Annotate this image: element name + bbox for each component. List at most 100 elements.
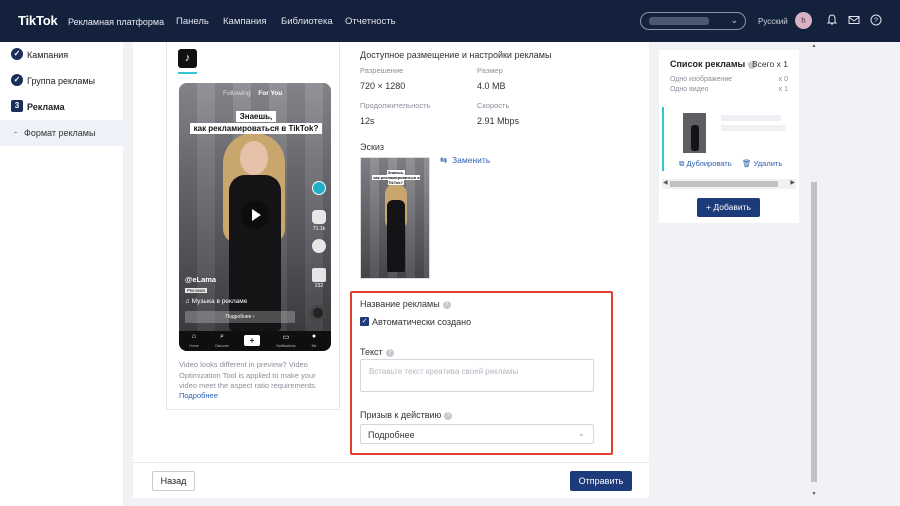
caption-line-1: Знаешь,: [235, 111, 277, 122]
bell-icon[interactable]: [825, 13, 839, 27]
single-image-row: Одно изображение x 0: [670, 76, 788, 83]
substep-marker: [14, 132, 17, 133]
nav-discover-label: Discover: [215, 344, 229, 348]
thumbnail-caption: Знаешь, как рекламироваться в TikTok?: [365, 170, 427, 185]
phone-preview: Following For You Знаешь, как рекламиров…: [179, 83, 331, 351]
copy-icon: ⧉: [679, 159, 685, 168]
chevron-down-icon: ⌄: [577, 428, 585, 438]
step-campaign[interactable]: ✓ Кампания: [0, 42, 123, 68]
single-video-label: Одно видео: [670, 86, 709, 93]
tiktok-placement-icon[interactable]: ♪: [178, 49, 197, 68]
language-selector[interactable]: Русский: [758, 17, 788, 26]
auto-created-checkbox[interactable]: ✓: [360, 317, 369, 326]
help-icon[interactable]: ?: [442, 301, 451, 309]
check-icon: ✓: [11, 74, 23, 86]
placement-tab-indicator: [178, 72, 197, 74]
thumbnail-person-body: [387, 200, 405, 272]
substep-ad-format[interactable]: Формат рекламы: [0, 120, 123, 146]
duplicate-label: Дублировать: [686, 159, 732, 168]
replace-thumbnail-button[interactable]: ⇆ Заменить: [440, 155, 490, 166]
nav-library[interactable]: Библиотека: [281, 16, 333, 27]
preview-cta-button: Подробнее ›: [185, 311, 295, 323]
speed-label: Скорость: [477, 101, 510, 110]
resolution-value: 720 × 1280: [360, 81, 406, 91]
page-scrollbar[interactable]: ▲ ▼: [810, 42, 818, 498]
caption-line-2: как рекламироваться в TikTok?: [189, 123, 323, 134]
music-label: ♫ Музыка в рекламе: [185, 298, 248, 305]
step-ad[interactable]: 3 Реклама: [0, 94, 123, 120]
text-label-text: Текст: [360, 347, 383, 357]
scroll-down-arrow[interactable]: ▼: [810, 491, 818, 497]
duration-label: Продолжительность: [360, 101, 431, 110]
user-avatar[interactable]: h: [795, 12, 812, 29]
cta-label: Призыв к действию?: [360, 410, 453, 420]
tiktok-logo[interactable]: TikTok: [18, 13, 58, 28]
trash-icon: 🗑︎: [742, 159, 752, 168]
step-label: Кампания: [27, 50, 69, 60]
ad-item-thumbnail: [683, 113, 706, 153]
ad-name-label: Название рекламы?: [360, 299, 451, 309]
delete-label: Удалить: [753, 159, 783, 168]
submit-button[interactable]: Отправить: [570, 471, 632, 491]
mail-icon[interactable]: [847, 13, 861, 27]
top-navigation-bar: TikTok Рекламная платформа Панель Кампан…: [0, 0, 900, 42]
size-value: 4.0 MB: [477, 81, 506, 91]
platform-name: Рекламная платформа: [68, 17, 165, 27]
single-video-row: Одно видео x 1: [670, 86, 788, 93]
step-ad-group[interactable]: ✓ Группа рекламы: [0, 68, 123, 94]
duration-value: 12s: [360, 116, 375, 126]
ad-list-horizontal-scrollbar[interactable]: ◀ ▶: [662, 179, 796, 189]
help-icon[interactable]: ?: [385, 349, 394, 357]
ad-list-panel: Список рекламы? Всего x 1 Одно изображен…: [659, 50, 799, 223]
ad-text-input[interactable]: Вставьте текст креатива своей рекламы: [360, 359, 594, 392]
single-image-count: x 0: [778, 76, 788, 83]
ad-item-meta-placeholder: [721, 125, 785, 131]
feed-tabs: Following For You: [223, 90, 282, 97]
svg-text:?: ?: [874, 18, 878, 25]
substep-label: Формат рекламы: [24, 128, 96, 138]
back-button[interactable]: Назад: [152, 471, 195, 491]
video-caption: Знаешь, как рекламироваться в TikTok?: [189, 111, 323, 137]
video-person-face: [240, 141, 268, 175]
profile-icon: ●: [311, 333, 317, 340]
account-selector[interactable]: ⌄: [640, 12, 746, 30]
duplicate-button[interactable]: ⧉ Дублировать: [679, 159, 732, 169]
nav-notifications-label: Notifications: [276, 344, 296, 348]
help-icon[interactable]: ?: [869, 13, 883, 27]
comments-count: 232: [314, 283, 324, 289]
ad-list-item[interactable]: ⧉ Дублировать 🗑︎ Удалить: [662, 107, 796, 171]
check-icon: ✓: [11, 48, 23, 60]
nav-dashboard[interactable]: Панель: [176, 16, 209, 27]
add-ad-button[interactable]: + Добавить: [697, 198, 760, 217]
scrollbar-thumb[interactable]: [811, 182, 817, 482]
sponsored-badge: Реклама: [185, 288, 208, 293]
cta-label-text: Призыв к действию: [360, 410, 442, 420]
horizontal-scroll-thumb[interactable]: [670, 181, 778, 187]
preview-learn-more-link[interactable]: Подробнее: [179, 391, 218, 400]
preview-note: Video looks different in preview? Video …: [179, 360, 317, 390]
scroll-up-arrow[interactable]: ▲: [810, 43, 818, 49]
likes-count: 71.1k: [312, 226, 326, 232]
resolution-label: Разрешение: [360, 66, 404, 75]
scroll-left-arrow[interactable]: ◀: [663, 179, 668, 186]
scroll-right-arrow[interactable]: ▶: [790, 179, 795, 186]
ad-list-title-text: Список рекламы: [670, 59, 746, 69]
delete-button[interactable]: 🗑︎ Удалить: [742, 159, 782, 168]
thumbnail-label: Эскиз: [360, 142, 385, 152]
thumbnail-image[interactable]: Знаешь, как рекламироваться в TikTok?: [360, 157, 430, 279]
nav-campaign[interactable]: Кампания: [223, 16, 266, 27]
account-name-redacted: [649, 17, 709, 25]
nav-reporting[interactable]: Отчетность: [345, 16, 396, 27]
video-username: @eLama: [185, 275, 217, 284]
size-label: Размер: [477, 66, 503, 75]
ad-list-total: Всего x 1: [752, 59, 788, 69]
heart-icon: [312, 210, 326, 224]
inbox-icon: ▭: [282, 334, 290, 341]
discover-icon: ⌕: [220, 333, 224, 340]
phone-bottom-nav: ⌂ Home ⌕ Discover + ▭ Notifications ● Me: [179, 331, 331, 351]
ad-text-placeholder: Вставьте текст креатива своей рекламы: [369, 367, 519, 376]
cta-select[interactable]: Подробнее ⌄: [360, 424, 594, 444]
play-icon[interactable]: [241, 201, 269, 229]
music-disc-icon: [310, 305, 326, 321]
help-icon[interactable]: ?: [444, 412, 453, 420]
